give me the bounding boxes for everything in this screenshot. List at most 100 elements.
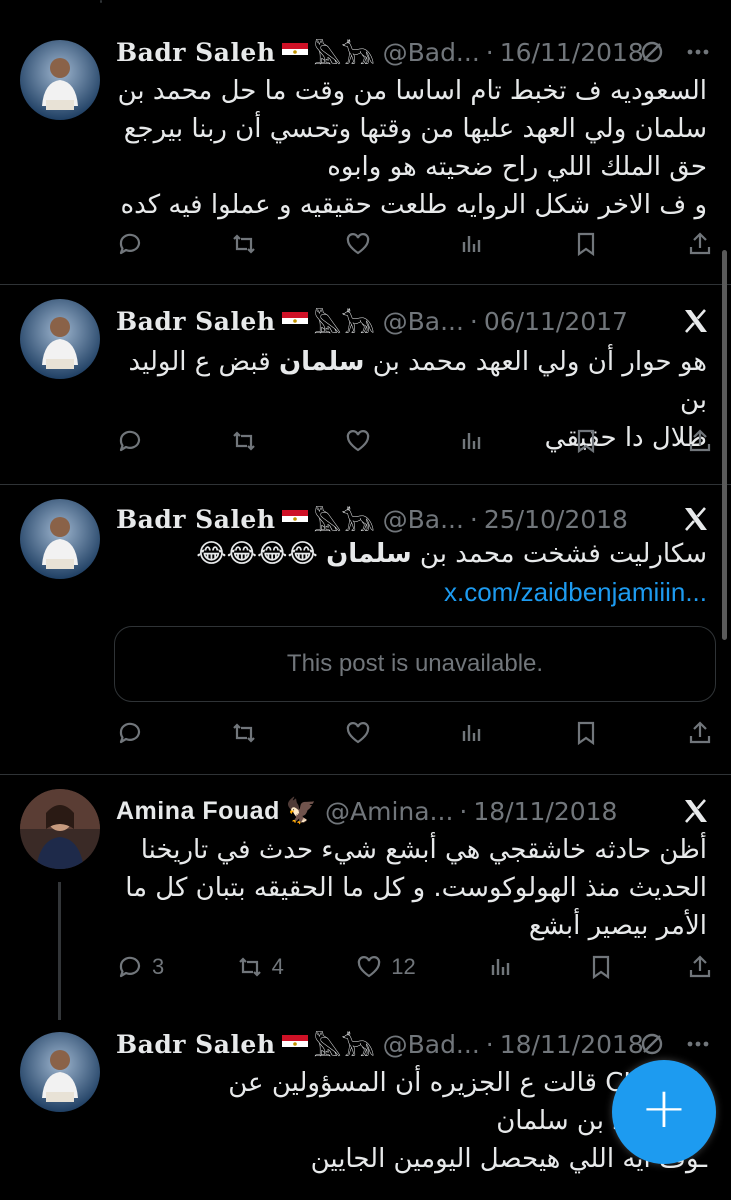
compose-post-button[interactable]: +	[612, 1060, 716, 1164]
post-actions	[116, 421, 714, 461]
repost-icon	[233, 431, 255, 451]
post-text: السعوديه ف تخبط تام اساسا من وقت ما حل م…	[117, 76, 707, 220]
bookmark-button[interactable]	[572, 230, 600, 258]
author-name[interactable]: Badr Saleh	[116, 1030, 276, 1059]
repost-icon	[238, 957, 261, 977]
like-button[interactable]	[344, 719, 372, 747]
author-name[interactable]: Badr Saleh	[116, 38, 276, 67]
post-link[interactable]: x.com/zaidbenjamiiin...	[116, 573, 707, 611]
views-button[interactable]	[487, 953, 515, 981]
heart-icon	[346, 233, 370, 255]
repost-count: 4	[271, 954, 284, 979]
share-icon	[689, 429, 711, 452]
views-button[interactable]	[458, 427, 486, 455]
avatar[interactable]	[20, 299, 100, 379]
reply-icon	[119, 430, 141, 452]
author-name[interactable]: Amina Fouad	[116, 797, 280, 826]
emoji-laugh: 😂😂😂😂	[196, 539, 318, 569]
author-name[interactable]: Badr Saleh	[116, 307, 276, 336]
post-2[interactable]: Badr Saleh 𓅓𓃥 @Ba... · 06/11/2017 هو حوا…	[0, 285, 731, 485]
plus-icon: +	[640, 1076, 688, 1141]
reply-icon	[119, 233, 141, 255]
repost-button[interactable]	[230, 230, 258, 258]
author-handle[interactable]: @Ba...	[383, 307, 464, 336]
repost-button[interactable]	[230, 719, 258, 747]
author-handle[interactable]: @Bad...	[383, 38, 480, 67]
egypt-flag-icon	[281, 43, 308, 61]
post-4[interactable]: Amina Fouad 🦅 @Amina... · 18/11/2018 أظن…	[0, 775, 731, 1015]
post-text: أظن حادثه خاشقجي هي أبشع شيء حدث في تاري…	[125, 835, 707, 941]
post-3[interactable]: Badr Saleh 𓅓𓃥 @Ba... · 25/10/2018 سكارلي…	[0, 485, 731, 775]
share-icon	[689, 232, 711, 255]
share-button[interactable]	[686, 719, 714, 747]
post-header: Badr Saleh 𓅓𓃥 @Ba... · 06/11/2017	[116, 303, 711, 339]
like-button[interactable]	[344, 427, 372, 455]
x-logo-icon	[685, 799, 707, 823]
post-date[interactable]: 18/11/2018	[473, 797, 617, 826]
eagle-emoji: 🦅	[285, 796, 317, 825]
share-button[interactable]	[686, 427, 714, 455]
avatar[interactable]	[20, 40, 100, 120]
heart-icon	[358, 956, 381, 978]
slash-circle-icon	[641, 1033, 663, 1055]
avatar[interactable]	[20, 1032, 100, 1112]
author-name[interactable]: Badr Saleh	[116, 505, 276, 534]
more-options-icon[interactable]	[685, 39, 711, 65]
post-date[interactable]: 16/11/2018	[500, 38, 644, 67]
share-button[interactable]	[686, 953, 714, 981]
views-button[interactable]	[458, 230, 486, 258]
author-handle[interactable]: @Ba...	[383, 505, 464, 534]
egypt-flag-icon	[281, 1035, 308, 1053]
like-count: 12	[391, 954, 416, 979]
post-date[interactable]: 18/11/2018	[500, 1030, 644, 1059]
repost-button[interactable]	[230, 427, 258, 455]
egypt-flag-icon	[281, 312, 308, 330]
thread-connector-line	[58, 882, 61, 1020]
author-handle[interactable]: @Bad...	[383, 1030, 480, 1059]
post-header: Amina Fouad 🦅 @Amina... · 18/11/2018	[116, 796, 618, 826]
repost-icon	[233, 234, 255, 254]
post-1[interactable]: Badr Saleh 𓅓𓃥 @Bad... · 16/11/2018 السعو…	[0, 28, 731, 285]
x-logo-icon	[685, 309, 707, 333]
bookmark-icon	[592, 955, 609, 980]
post-text: سكارليت فشخت محمد بن سلمان 😂😂😂😂 x.com/za…	[116, 535, 707, 611]
post-date[interactable]: 06/11/2017	[484, 307, 628, 336]
post-actions: 3 4 12	[116, 947, 714, 987]
top-tabs-edge	[0, 0, 731, 28]
author-handle[interactable]: @Amina...	[325, 797, 453, 826]
bookmark-button[interactable]	[572, 427, 600, 455]
slash-circle-icon	[641, 41, 663, 63]
scrollbar[interactable]	[722, 250, 727, 640]
views-icon	[462, 433, 481, 449]
reply-button[interactable]	[116, 230, 144, 258]
reply-icon	[119, 722, 141, 744]
egypt-flag-icon	[281, 510, 308, 528]
heart-icon	[346, 430, 370, 452]
avatar[interactable]	[20, 499, 100, 579]
reply-icon	[119, 956, 141, 978]
share-button[interactable]	[686, 230, 714, 258]
name-glyphs: 𓅓𓃥	[313, 1032, 375, 1062]
views-icon	[462, 725, 481, 741]
bookmark-button[interactable]	[572, 719, 600, 747]
like-button[interactable]	[344, 230, 372, 258]
repost-button[interactable]: 4	[236, 953, 284, 981]
share-icon	[689, 721, 711, 744]
post-date[interactable]: 25/10/2018	[484, 505, 628, 534]
post-header: Badr Saleh 𓅓𓃥 @Bad... · 18/11/2018	[116, 1026, 711, 1062]
views-button[interactable]	[458, 719, 486, 747]
repost-icon	[233, 723, 255, 743]
unavailable-quote-card: This post is unavailable.	[114, 626, 716, 702]
reply-button[interactable]	[116, 427, 144, 455]
bookmark-icon	[577, 429, 595, 454]
x-logo-icon	[685, 507, 707, 531]
bookmark-button[interactable]	[587, 953, 615, 981]
views-icon	[462, 236, 481, 252]
like-button[interactable]: 12	[355, 953, 416, 981]
bookmark-icon	[577, 721, 595, 746]
reply-button[interactable]	[116, 719, 144, 747]
reply-button[interactable]: 3	[116, 953, 164, 981]
avatar[interactable]	[20, 789, 100, 869]
heart-icon	[346, 722, 370, 744]
more-options-icon[interactable]	[685, 1031, 711, 1057]
